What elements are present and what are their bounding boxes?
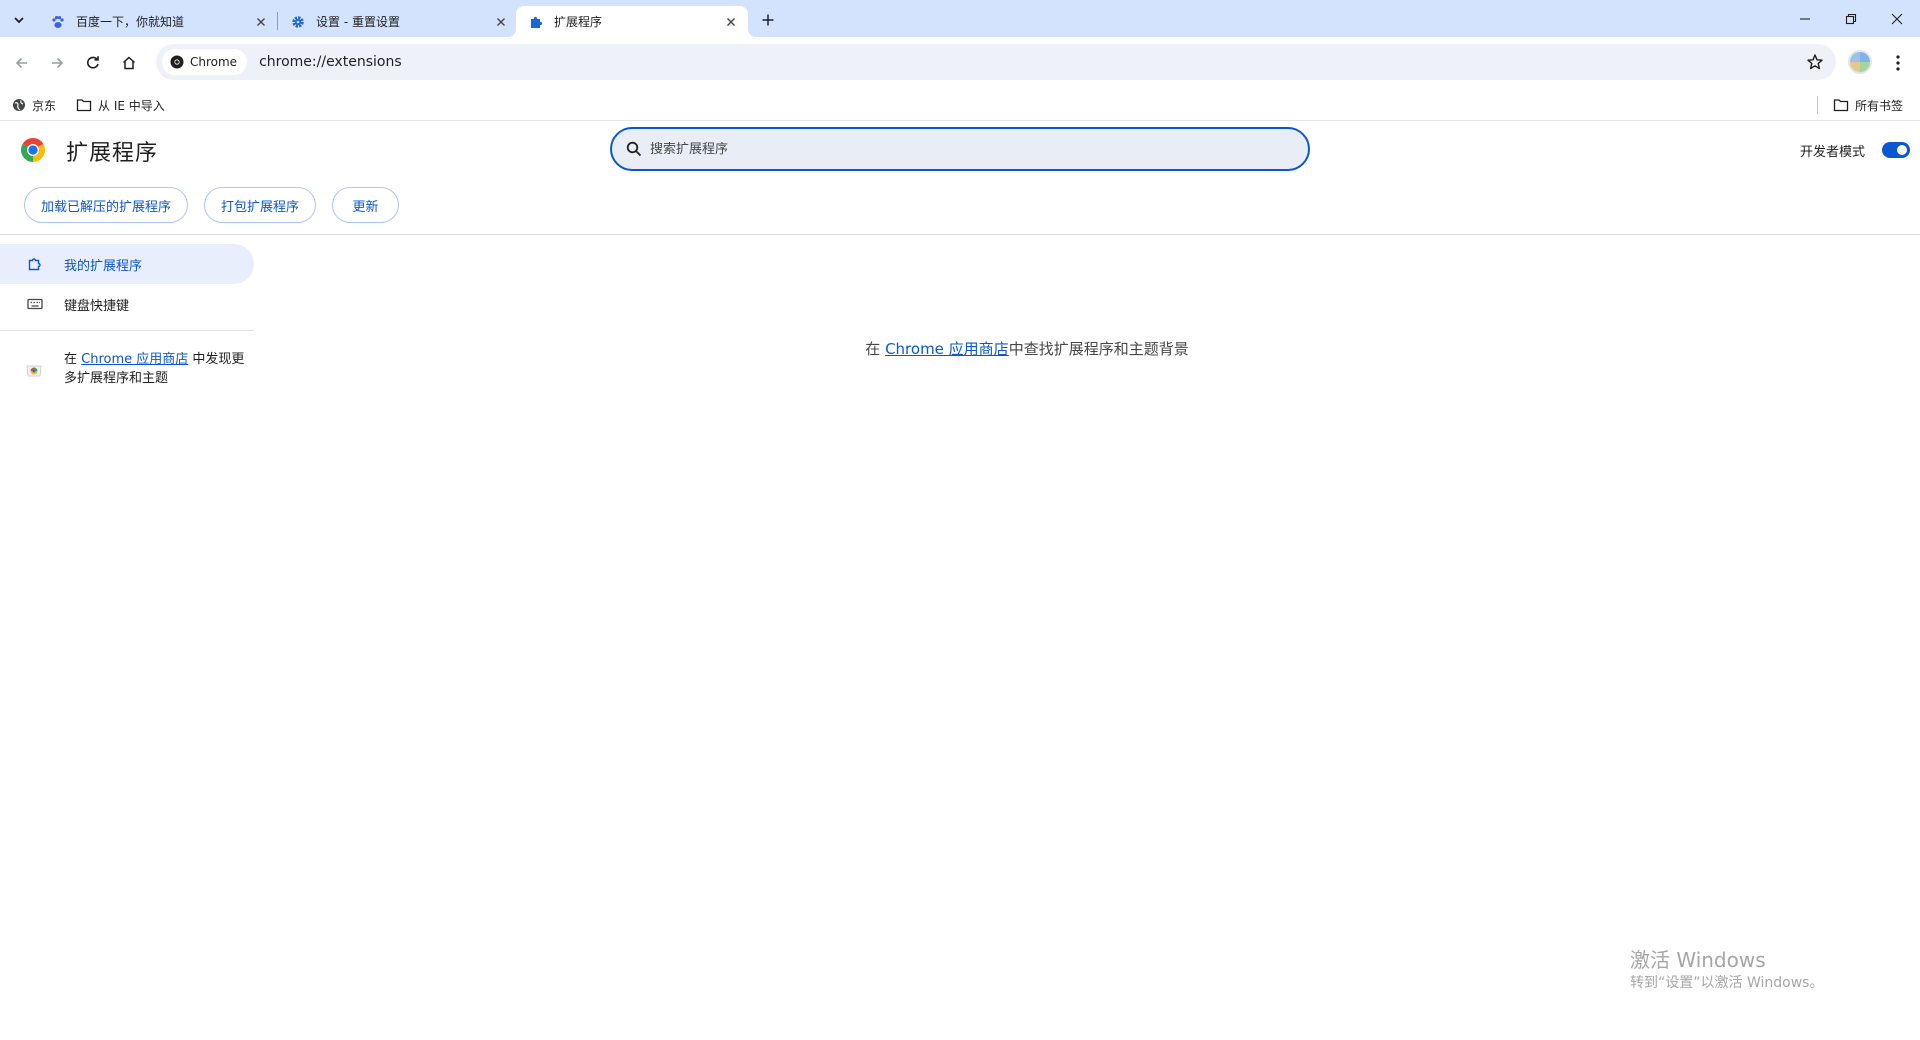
arrow-left-icon xyxy=(15,57,27,69)
close-icon xyxy=(1891,13,1903,24)
bookmark-folder-ie-import[interactable]: 从 IE 中导入 xyxy=(76,95,165,115)
tab-baidu[interactable]: 百度一下，你就知道 xyxy=(38,6,278,37)
empty-state-message: 在 Chrome 应用商店中查找扩展程序和主题背景 xyxy=(0,338,1920,359)
back-button[interactable] xyxy=(8,49,36,77)
arrow-right-icon xyxy=(52,57,64,69)
search-icon xyxy=(626,141,642,157)
empty-prefix: 在 xyxy=(865,340,886,358)
developer-mode-toggle[interactable] xyxy=(1882,142,1910,158)
baidu-paw-icon xyxy=(50,14,66,30)
url-text[interactable]: chrome://extensions xyxy=(259,54,402,70)
search-input[interactable] xyxy=(650,141,1250,157)
load-unpacked-button[interactable]: 加载已解压的扩展程序 xyxy=(24,187,188,223)
search-extensions-box[interactable] xyxy=(610,127,1310,171)
new-tab-button[interactable] xyxy=(754,8,782,32)
activation-watermark-title: 激活 Windows xyxy=(1630,948,1766,972)
profile-avatar[interactable] xyxy=(1848,50,1872,74)
plus-icon xyxy=(762,14,774,26)
sidebar-item-keyboard-shortcuts[interactable]: 键盘快捷键 xyxy=(0,284,254,324)
sidebar-item-label: 键盘快捷键 xyxy=(64,298,130,314)
folder-icon xyxy=(1833,99,1849,112)
chip-label: Chrome xyxy=(190,55,238,69)
pack-extension-button[interactable]: 打包扩展程序 xyxy=(204,187,316,223)
chrome-logo-icon xyxy=(20,138,46,162)
close-icon[interactable] xyxy=(722,13,740,31)
reload-icon xyxy=(87,56,99,69)
bookmark-label: 从 IE 中导入 xyxy=(98,98,165,113)
tab-settings[interactable]: 设置 - 重置设置 xyxy=(278,6,518,37)
reload-button[interactable] xyxy=(79,49,107,77)
chrome-web-store-link[interactable]: Chrome 应用商店 xyxy=(885,340,1009,358)
update-button[interactable]: 更新 xyxy=(332,187,399,223)
extension-icon xyxy=(26,255,44,273)
globe-icon xyxy=(13,99,25,111)
empty-suffix: 中查找扩展程序和主题背景 xyxy=(1008,340,1189,358)
chevron-down-icon xyxy=(14,17,24,24)
chrome-web-store-icon xyxy=(26,365,42,377)
close-window-button[interactable] xyxy=(1874,0,1920,37)
minimize-icon xyxy=(1800,17,1810,20)
toggle-knob xyxy=(1897,145,1907,155)
restore-icon xyxy=(1845,13,1857,24)
puzzle-icon xyxy=(528,14,544,30)
home-icon xyxy=(122,56,136,70)
tab-extensions[interactable]: 扩展程序 xyxy=(516,6,748,37)
sidebar-item-my-extensions[interactable]: 我的扩展程序 xyxy=(0,244,254,284)
gear-icon xyxy=(290,14,306,30)
chrome-icon xyxy=(170,55,184,69)
activation-watermark-subtitle: 转到“设置”以激活 Windows。 xyxy=(1630,975,1824,991)
menu-button[interactable] xyxy=(1888,51,1908,75)
tab-title: 设置 - 重置设置 xyxy=(316,15,400,29)
close-icon[interactable] xyxy=(252,13,270,31)
bookmarks-bar: 京东 从 IE 中导入 所有书签 xyxy=(0,89,1920,121)
close-icon[interactable] xyxy=(492,13,510,31)
tab-title: 扩展程序 xyxy=(554,15,603,29)
all-bookmarks-button[interactable]: 所有书签 xyxy=(1833,95,1903,115)
bookmark-star-icon[interactable] xyxy=(1806,53,1824,71)
bookmark-jd[interactable]: 京东 xyxy=(12,95,56,115)
folder-icon xyxy=(76,99,92,112)
tab-title: 百度一下，你就知道 xyxy=(76,15,185,29)
extensions-header: 扩展程序 开发者模式 加载已解压的扩展程序 打包扩展程序 更新 xyxy=(0,121,1920,235)
developer-mode-label: 开发者模式 xyxy=(1800,145,1866,160)
forward-button[interactable] xyxy=(43,49,71,77)
restore-button[interactable] xyxy=(1828,0,1874,37)
minimize-button[interactable] xyxy=(1782,0,1828,37)
bookmark-label: 京东 xyxy=(32,98,57,113)
sidebar-divider xyxy=(0,330,254,331)
sidebar: 我的扩展程序 键盘快捷键 在 Chrome 应用商店 中发现更多扩展程序和主题 xyxy=(0,236,254,436)
bookmarks-divider xyxy=(1817,96,1818,114)
site-info-chip[interactable]: Chrome xyxy=(162,49,248,75)
keyboard-icon xyxy=(26,295,44,313)
address-bar[interactable]: Chrome chrome://extensions xyxy=(156,44,1836,80)
page-title: 扩展程序 xyxy=(66,141,159,166)
more-vert-icon xyxy=(1896,55,1900,71)
all-bookmarks-label: 所有书签 xyxy=(1855,98,1904,113)
tab-strip: 百度一下，你就知道 设置 - 重置设置 扩展程序 xyxy=(0,0,1920,37)
home-button[interactable] xyxy=(115,49,143,77)
sidebar-item-label: 我的扩展程序 xyxy=(64,258,143,274)
toolbar: Chrome chrome://extensions xyxy=(0,37,1920,89)
tab-search-button[interactable] xyxy=(6,7,32,33)
